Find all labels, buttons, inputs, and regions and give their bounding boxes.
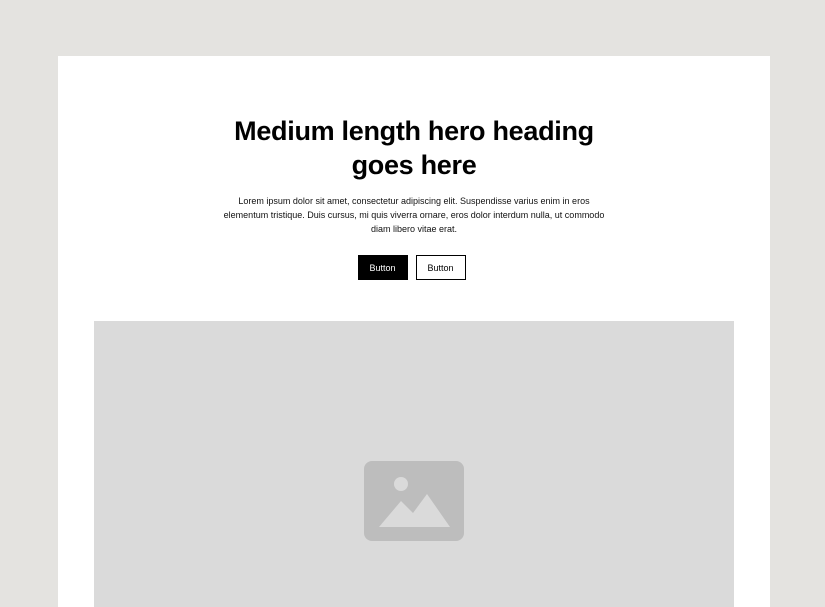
hero-heading-line-2: goes here	[351, 150, 477, 180]
hero-button-group: Button Button	[58, 255, 770, 280]
hero-section: Medium length hero heading goes here Lor…	[58, 56, 770, 607]
hero-description-line-2: elementum tristique. Duis cursus, mi qui…	[223, 210, 605, 220]
hero-heading: Medium length hero heading goes here	[58, 114, 770, 182]
hero-description: Lorem ipsum dolor sit amet, consectetur …	[214, 194, 614, 236]
hero-heading-line-1: Medium length hero heading	[234, 116, 594, 146]
hero-description-line-3: diam libero vitae erat.	[370, 224, 458, 234]
primary-button[interactable]: Button	[357, 255, 408, 280]
hero-description-line-1: Lorem ipsum dolor sit amet, consectetur …	[238, 196, 590, 206]
image-icon	[364, 461, 464, 541]
hero-image-placeholder	[94, 321, 734, 607]
secondary-button[interactable]: Button	[415, 255, 466, 280]
